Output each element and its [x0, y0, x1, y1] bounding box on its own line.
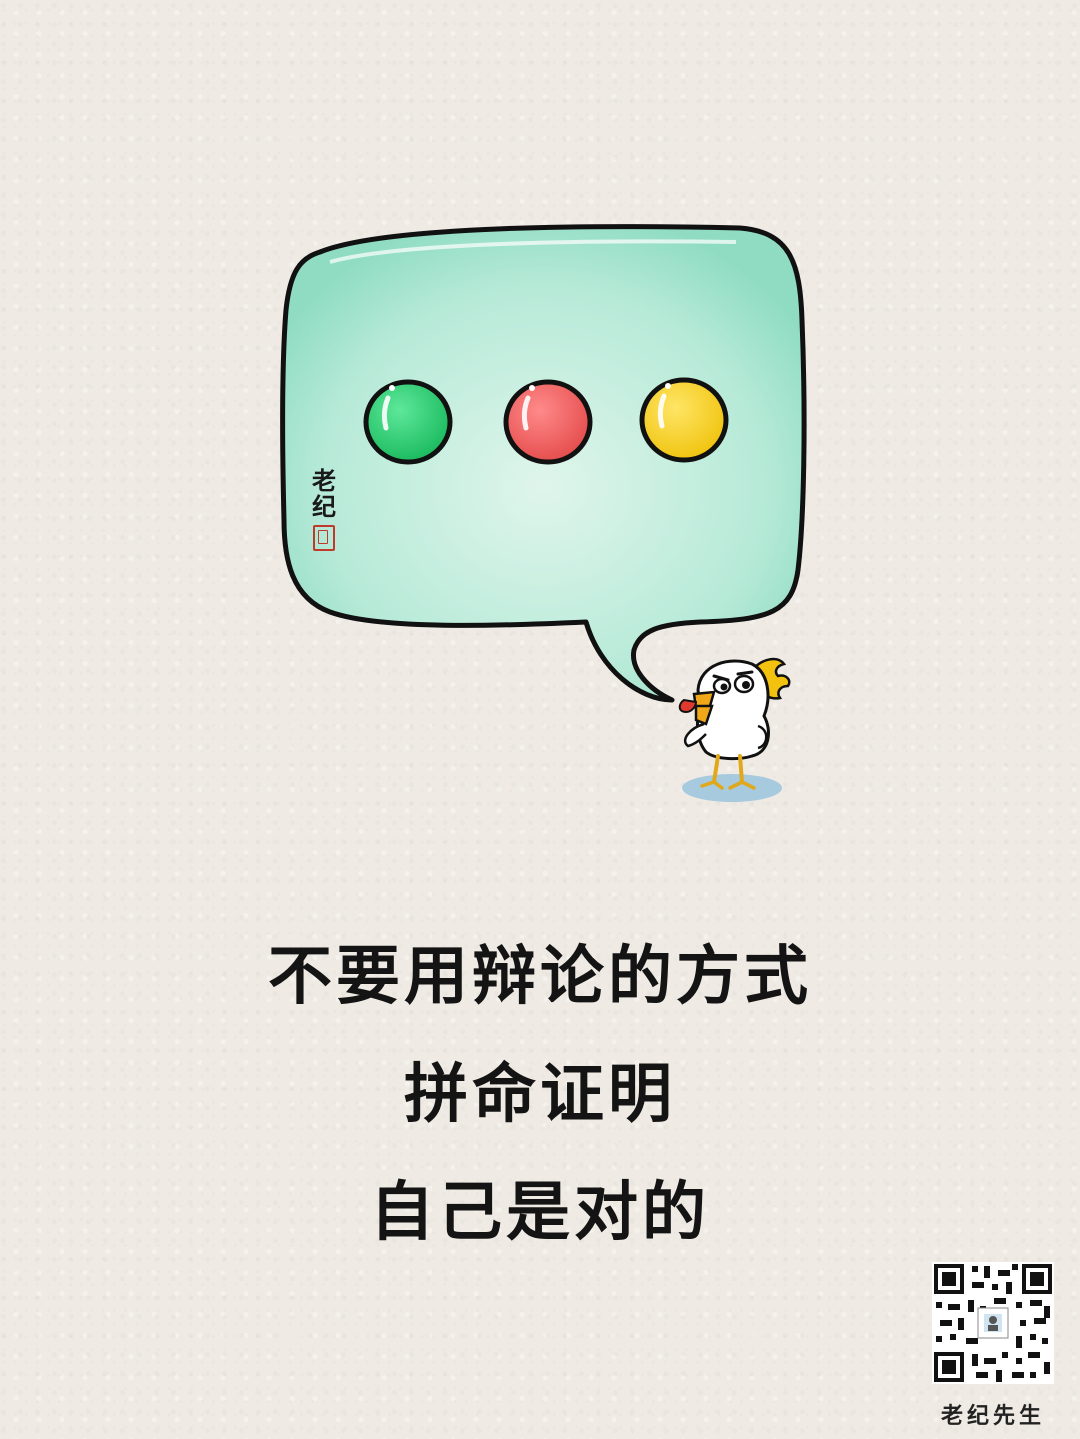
qr-code-icon	[932, 1262, 1054, 1384]
caption: 不要用辩论的方式 拼命证明 自己是对的	[0, 918, 1080, 1272]
red-dot-icon	[503, 379, 593, 465]
seal-stamp-icon	[313, 525, 335, 551]
green-dot-icon	[363, 379, 453, 465]
signature-char: 老	[312, 466, 336, 495]
yellow-dot-icon	[639, 377, 729, 463]
brand-name: 老纪先生	[940, 1403, 1045, 1429]
caption-line-3: 自己是对的	[370, 1176, 710, 1250]
signature-char: 纪	[312, 492, 336, 521]
chicken-character-icon	[678, 657, 791, 802]
artist-signature: 老 纪	[302, 468, 346, 551]
caption-line-1: 不要用辩论的方式	[268, 940, 812, 1014]
caption-line-2: 拼命证明	[404, 1058, 676, 1132]
